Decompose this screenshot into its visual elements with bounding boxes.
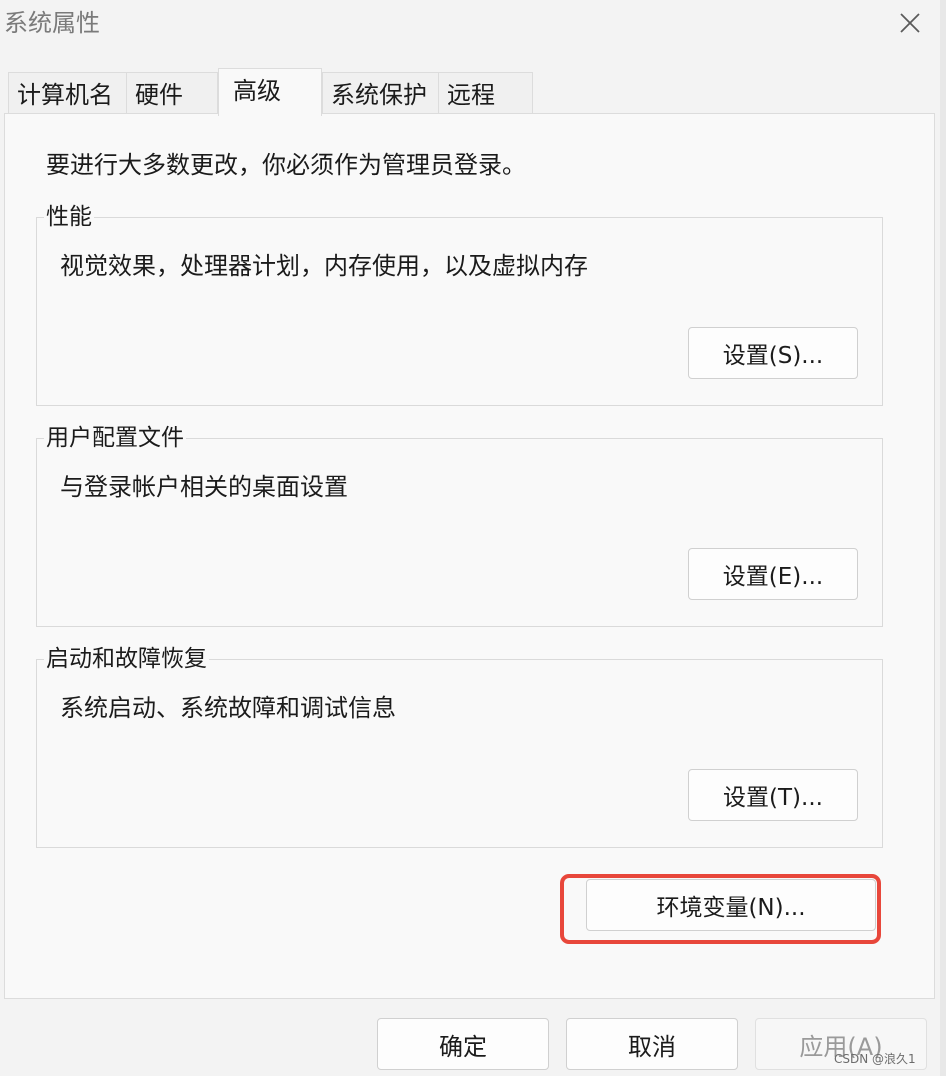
performance-settings-button[interactable]: 设置(S)... bbox=[688, 327, 858, 379]
admin-notice: 要进行大多数更改，你必须作为管理员登录。 bbox=[46, 151, 526, 179]
startup-recovery-description: 系统启动、系统故障和调试信息 bbox=[60, 694, 396, 722]
startup-recovery-group-title: 启动和故障恢复 bbox=[44, 644, 209, 674]
ok-button[interactable]: 确定 bbox=[377, 1018, 549, 1070]
performance-group-title: 性能 bbox=[44, 202, 94, 232]
startup-recovery-settings-button[interactable]: 设置(T)... bbox=[688, 769, 858, 821]
close-button[interactable] bbox=[880, 0, 940, 46]
cancel-button[interactable]: 取消 bbox=[566, 1018, 738, 1070]
tab-computer-name[interactable]: 计算机名 bbox=[8, 72, 127, 114]
watermark: CSDN @浪久1 bbox=[834, 1052, 916, 1066]
close-icon bbox=[900, 13, 920, 33]
window-title: 系统属性 bbox=[4, 9, 100, 37]
window-edge bbox=[940, 0, 946, 1076]
tab-hardware[interactable]: 硬件 bbox=[126, 72, 218, 114]
user-profiles-group-title: 用户配置文件 bbox=[44, 423, 186, 453]
environment-variables-button[interactable]: 环境变量(N)... bbox=[586, 879, 876, 931]
user-profiles-description: 与登录帐户相关的桌面设置 bbox=[60, 473, 348, 501]
tab-system-protection[interactable]: 系统保护 bbox=[322, 72, 439, 114]
tab-advanced[interactable]: 高级 bbox=[218, 68, 322, 116]
performance-description: 视觉效果，处理器计划，内存使用，以及虚拟内存 bbox=[60, 252, 588, 280]
tab-remote[interactable]: 远程 bbox=[438, 72, 533, 114]
user-profiles-settings-button[interactable]: 设置(E)... bbox=[688, 548, 858, 600]
